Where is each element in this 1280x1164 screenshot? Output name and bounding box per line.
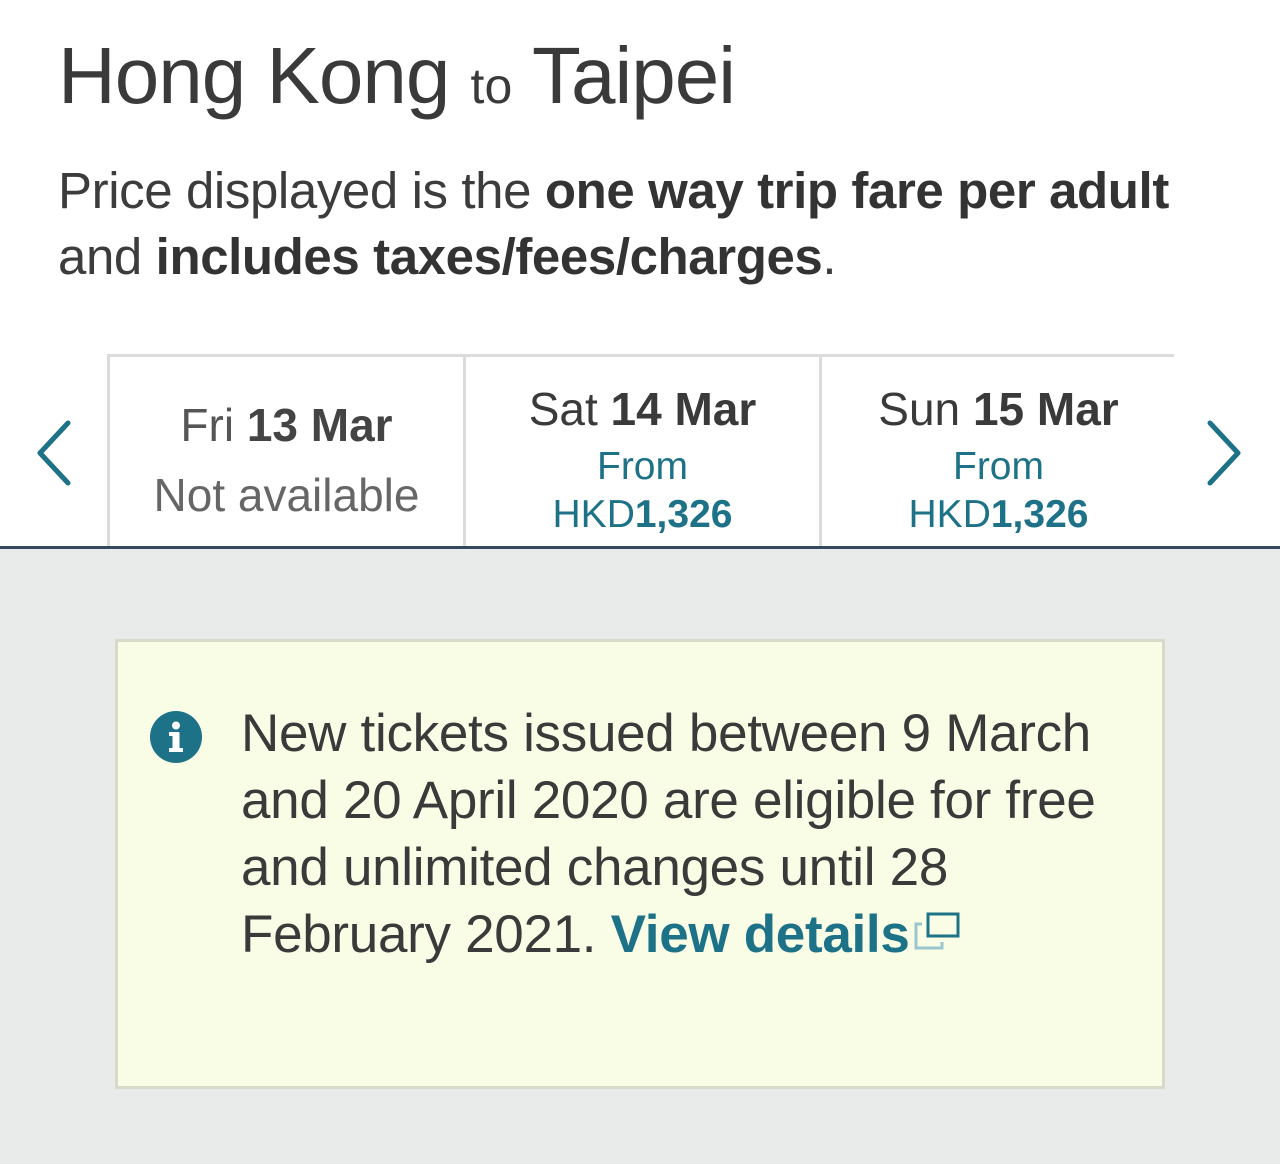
chevron-left-icon [37, 420, 71, 486]
date-label: Sun 15 Mar [878, 383, 1119, 435]
date-label: Sat 14 Mar [528, 383, 757, 435]
price-from-label: From [597, 445, 688, 488]
info-icon [150, 711, 202, 763]
date-option-fri-13-mar[interactable]: Fri 13 Mar Not available [107, 354, 463, 547]
route-header: Hong Kong to Taipei Price displayed is t… [0, 0, 1280, 548]
fare-note: Price displayed is the one way trip fare… [58, 158, 1238, 290]
fare-note-emphasis: includes taxes/fees/charges [155, 228, 823, 285]
fare-price: HKD1,326 [908, 493, 1089, 536]
date-option-sat-14-mar[interactable]: Sat 14 Mar From HKD1,326 [463, 354, 819, 547]
fare-note-emphasis: one way trip fare per adult [544, 162, 1169, 219]
date-selector: Fri 13 Mar Not available Sat 14 Mar From… [107, 354, 1174, 547]
external-link-icon [914, 912, 960, 950]
route-connector: to [470, 58, 513, 114]
date-label: Fri 13 Mar [180, 399, 393, 451]
price-from-label: From [953, 445, 1044, 488]
date-option-sun-15-mar[interactable]: Sun 15 Mar From HKD1,326 [819, 354, 1174, 547]
view-details-link[interactable]: View details [611, 905, 962, 964]
notice-message: New tickets issued between 9 March and 2… [241, 700, 1141, 968]
results-area: New tickets issued between 9 March and 2… [0, 549, 1280, 1164]
origin-city: Hong Kong [58, 31, 450, 120]
fare-note-text: and [58, 228, 156, 285]
availability-status: Not available [153, 469, 420, 521]
destination-city: Taipei [532, 31, 736, 120]
page-title: Hong Kong to Taipei [58, 28, 736, 134]
fare-price: HKD1,326 [552, 493, 733, 536]
fare-note-text: Price displayed is the [58, 162, 545, 219]
chevron-right-icon [1207, 420, 1241, 486]
info-notice: New tickets issued between 9 March and 2… [115, 639, 1165, 1089]
fare-note-text: . [822, 228, 837, 285]
next-dates-button[interactable] [1200, 415, 1250, 491]
previous-dates-button[interactable] [28, 415, 78, 491]
